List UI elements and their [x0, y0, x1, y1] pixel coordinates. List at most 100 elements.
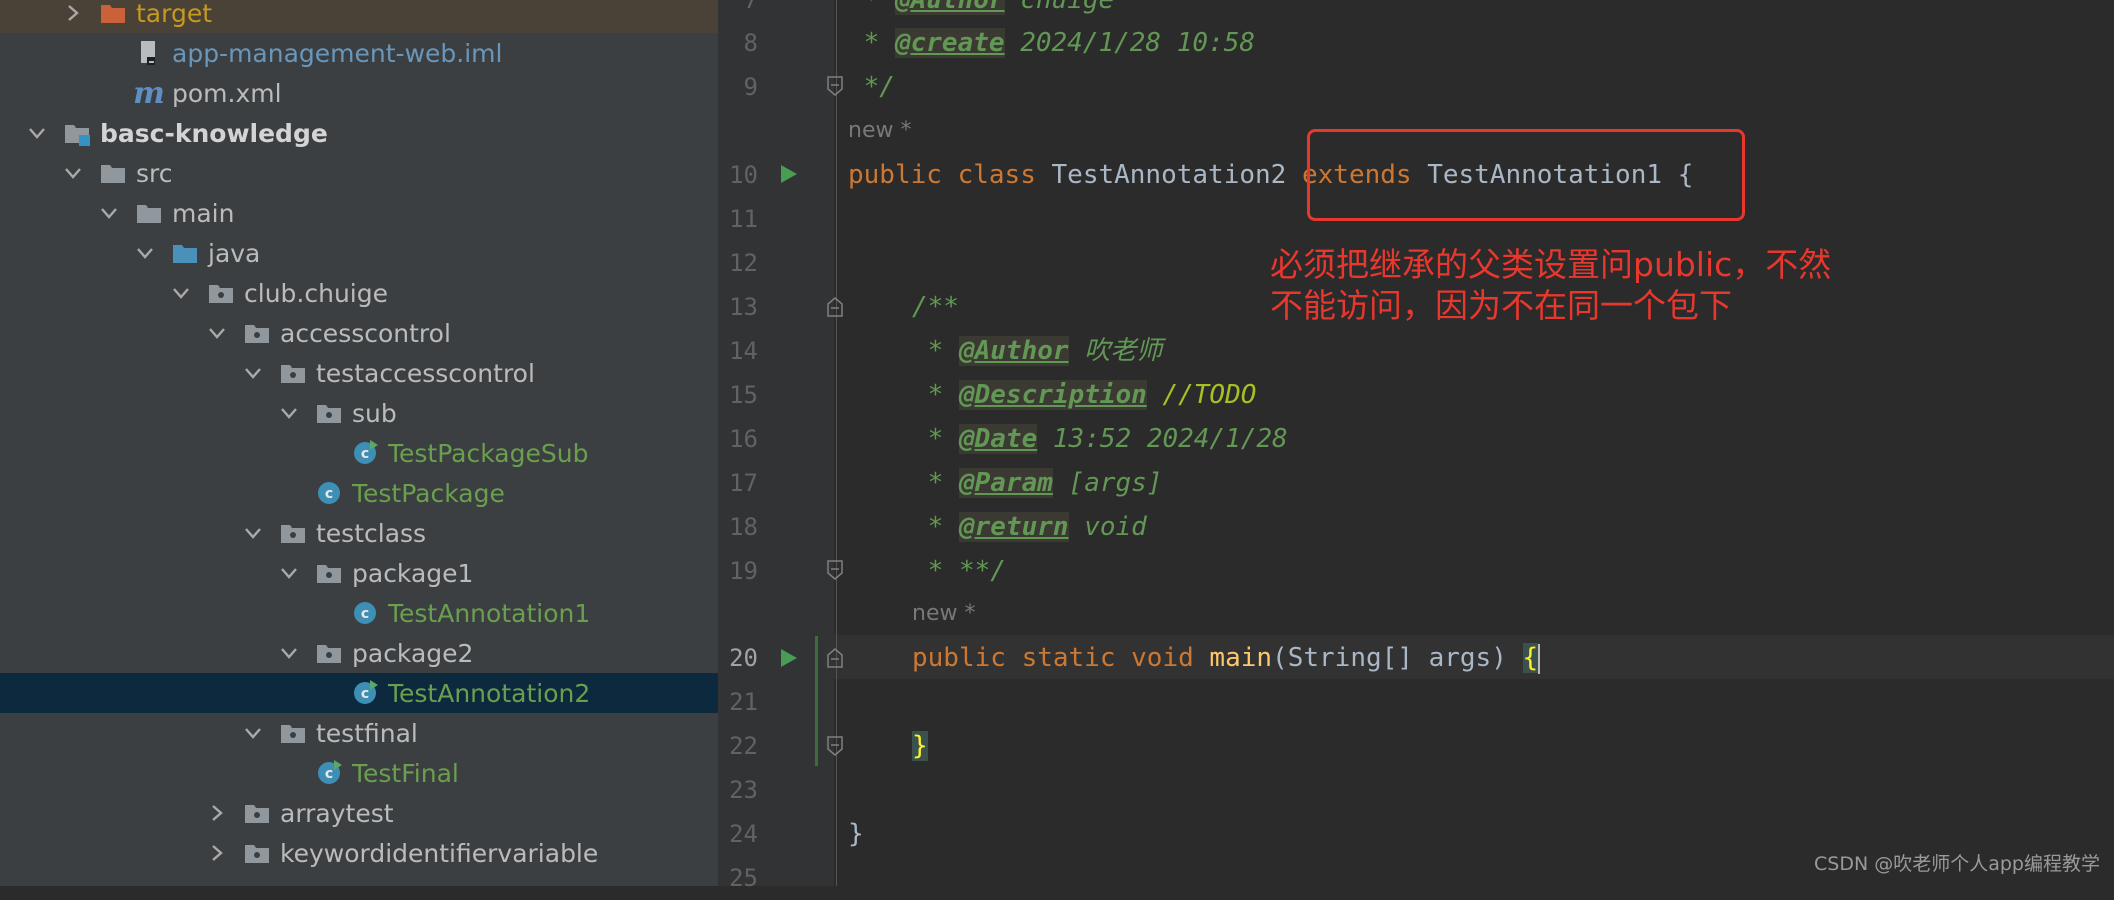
tree-item[interactable]: main	[0, 193, 718, 233]
chevron-down-icon[interactable]	[242, 722, 264, 744]
fold-end-icon[interactable]	[826, 559, 844, 581]
svg-text:c: c	[325, 766, 333, 782]
tree-item-label: TestPackageSub	[388, 438, 589, 468]
line-number: 22	[729, 732, 758, 760]
line-number: 18	[729, 513, 758, 541]
tree-item-label: TestFinal	[352, 758, 459, 788]
annotation-text-line2: 不能访问，因为不在同一个包下	[1270, 286, 1732, 325]
tree-item-label: testclass	[316, 518, 427, 548]
package-icon	[206, 278, 236, 308]
tree-item[interactable]: testfinal	[0, 713, 718, 753]
tree-item[interactable]: c TestPackageSub	[0, 433, 718, 473]
usage-hint[interactable]: new *	[848, 116, 911, 146]
line-number: 7	[743, 0, 758, 14]
line-number: 10	[729, 161, 758, 189]
line-number: 11	[729, 205, 758, 233]
tree-item[interactable]: target	[0, 0, 718, 33]
chevron-down-icon[interactable]	[62, 162, 84, 184]
chevron-right-icon[interactable]	[206, 802, 228, 824]
line-number: 16	[729, 425, 758, 453]
chevron-down-icon[interactable]	[278, 562, 300, 584]
line-number: 17	[729, 469, 758, 497]
tree-item-label: arraytest	[280, 798, 394, 828]
vcs-change-marker	[815, 636, 818, 766]
package-icon	[278, 358, 308, 388]
tree-item[interactable]: testaccesscontrol	[0, 353, 718, 393]
run-main-icon[interactable]	[777, 647, 799, 669]
code-line-14[interactable]: * @Author 吹老师	[912, 329, 1162, 373]
chevron-down-icon[interactable]	[278, 642, 300, 664]
tree-item[interactable]: c TestAnnotation1	[0, 593, 718, 633]
chevron-down-icon[interactable]	[170, 282, 192, 304]
tree-item[interactable]: keywordidentifiervariable	[0, 833, 718, 873]
chevron-down-icon[interactable]	[278, 402, 300, 424]
package-icon	[314, 398, 344, 428]
tree-item[interactable]: arraytest	[0, 793, 718, 833]
tree-item[interactable]: package1	[0, 553, 718, 593]
package-icon	[278, 718, 308, 748]
fold-start-icon[interactable]	[826, 647, 844, 669]
chevron-down-icon[interactable]	[242, 362, 264, 384]
code-line-9[interactable]: */	[848, 65, 895, 109]
code-line-18[interactable]: * @return void	[912, 505, 1147, 549]
java-class-icon: c	[350, 598, 380, 628]
svg-text:c: c	[361, 606, 369, 622]
run-class-icon[interactable]	[777, 163, 799, 185]
fold-start-icon[interactable]	[826, 296, 844, 318]
tree-item[interactable]: sub	[0, 393, 718, 433]
tree-item[interactable]: accesscontrol	[0, 313, 718, 353]
line-number: 8	[743, 29, 758, 57]
chevron-down-icon[interactable]	[134, 242, 156, 264]
doc-tag: @Author	[894, 0, 1005, 15]
tree-item-label: package1	[352, 558, 474, 588]
code-line-19[interactable]: * **/	[912, 549, 1006, 593]
tree-item-label: basc-knowledge	[100, 118, 328, 148]
tree-item[interactable]: club.chuige	[0, 273, 718, 313]
tree-item[interactable]: c TestPackage	[0, 473, 718, 513]
java-class-runnable-icon: c	[314, 758, 344, 788]
tree-item[interactable]: java	[0, 233, 718, 273]
line-number: 23	[729, 776, 758, 804]
chevron-down-icon[interactable]	[206, 322, 228, 344]
tree-item[interactable]: c TestFinal	[0, 753, 718, 793]
folder-icon	[134, 198, 164, 228]
folder-orange-icon	[98, 0, 128, 28]
line-number: 19	[729, 557, 758, 585]
package-icon	[314, 558, 344, 588]
svg-text:c: c	[325, 486, 333, 502]
tree-item[interactable]: c TestAnnotation2	[0, 673, 718, 713]
code-line-8[interactable]: * @create 2024/1/28 10:58	[848, 21, 1255, 65]
line-number: 12	[729, 249, 758, 277]
code-line-24[interactable]: }	[848, 812, 864, 856]
code-line-7[interactable]: * @Author chuige	[848, 0, 1114, 22]
tree-item[interactable]: testclass	[0, 513, 718, 553]
text-caret	[1538, 643, 1541, 674]
chevron-down-icon[interactable]	[26, 122, 48, 144]
line-number: 20	[729, 644, 758, 672]
svg-text:c: c	[361, 446, 369, 462]
code-line-17[interactable]: * @Param [args]	[912, 461, 1162, 505]
code-line-20[interactable]: public static void main(String[] args) {	[912, 636, 1541, 680]
usage-hint[interactable]: new *	[912, 599, 975, 629]
line-number: 15	[729, 381, 758, 409]
code-line-16[interactable]: * @Date 13:52 2024/1/28	[912, 417, 1288, 461]
fold-end-icon[interactable]	[826, 75, 844, 97]
package-icon	[242, 318, 272, 348]
tree-item[interactable]: src	[0, 153, 718, 193]
code-line-22[interactable]: }	[912, 724, 928, 768]
folder-icon	[98, 158, 128, 188]
tree-item-label: TestAnnotation2	[388, 678, 591, 708]
chevron-down-icon[interactable]	[98, 202, 120, 224]
line-number: 24	[729, 820, 758, 848]
code-line-15[interactable]: * @Description //TODO	[912, 373, 1256, 417]
tree-item[interactable]: package2	[0, 633, 718, 673]
fold-end-icon[interactable]	[826, 735, 844, 757]
tree-item[interactable]: basc-knowledge	[0, 113, 718, 153]
tree-item[interactable]: m pom.xml	[0, 73, 718, 113]
code-line-13[interactable]: /**	[912, 285, 959, 329]
tree-item[interactable]: app-management-web.iml	[0, 33, 718, 73]
chevron-down-icon[interactable]	[242, 522, 264, 544]
chevron-right-icon[interactable]	[62, 2, 84, 24]
chevron-right-icon[interactable]	[206, 842, 228, 864]
tree-item-label: target	[136, 0, 213, 28]
